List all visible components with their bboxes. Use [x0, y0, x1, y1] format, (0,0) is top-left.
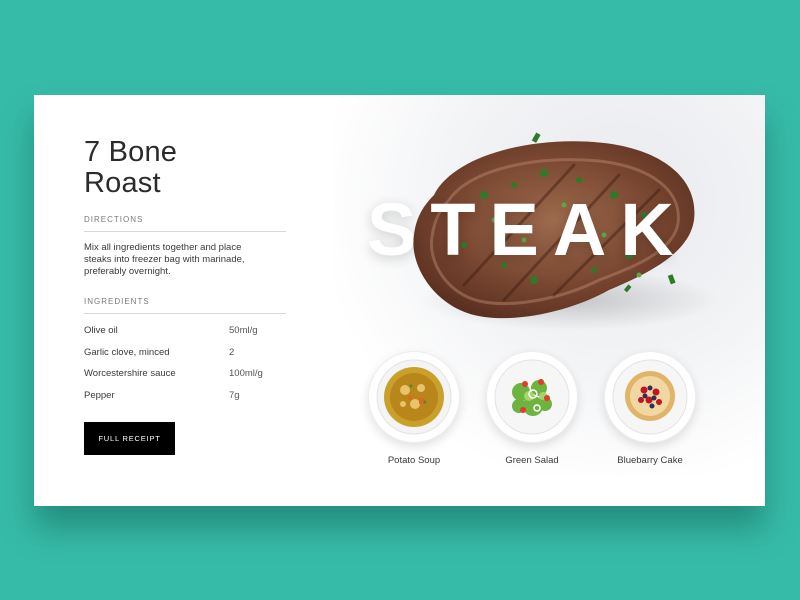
dish-card[interactable]: Green Salad	[482, 351, 582, 466]
soup-bowl-icon[interactable]	[368, 351, 460, 443]
recipe-title: 7 Bone Roast	[84, 136, 178, 199]
berry-tart-icon[interactable]	[604, 351, 696, 443]
ingredient-name: Pepper	[84, 389, 115, 401]
directions-text: Mix all ingredients together and place s…	[84, 242, 245, 277]
recipe-card: 7 Bone Roast DIRECTIONS Mix all ingredie…	[34, 95, 765, 506]
full-receipt-button[interactable]: FULL RECEIPT	[84, 422, 175, 455]
ingredients-list: Olive oil 50ml/g Garlic clove, minced 2 …	[84, 320, 286, 406]
ingredient-row: Olive oil 50ml/g	[84, 320, 286, 342]
ingredient-row: Garlic clove, minced 2	[84, 342, 286, 364]
ingredient-row: Worcestershire sauce 100ml/g	[84, 363, 286, 385]
dish-label: Potato Soup	[387, 455, 441, 466]
ingredient-name: Garlic clove, minced	[84, 346, 170, 358]
ingredient-quantity: 100ml/g	[229, 368, 263, 380]
directions-heading: DIRECTIONS	[84, 215, 286, 232]
dish-label: Bluebarry Cake	[617, 455, 683, 466]
ingredients-heading: INGREDIENTS	[84, 297, 286, 314]
dish-card[interactable]: Potato Soup	[364, 351, 464, 466]
ingredient-quantity: 50ml/g	[229, 325, 258, 337]
related-dishes: Potato Soup Green Salad Bluebarry Cake	[364, 351, 724, 481]
hero-word: STEAK	[367, 188, 688, 271]
ingredient-quantity: 7g	[229, 389, 240, 401]
ingredient-row: Pepper 7g	[84, 385, 286, 407]
ingredient-name: Olive oil	[84, 325, 118, 337]
ingredient-quantity: 2	[229, 346, 235, 358]
dish-card[interactable]: Bluebarry Cake	[600, 351, 700, 466]
recipe-details: 7 Bone Roast DIRECTIONS Mix all ingredie…	[84, 137, 286, 455]
ingredient-name: Worcestershire sauce	[84, 368, 176, 380]
dish-label: Green Salad	[505, 455, 559, 466]
salad-plate-icon[interactable]	[486, 351, 578, 443]
